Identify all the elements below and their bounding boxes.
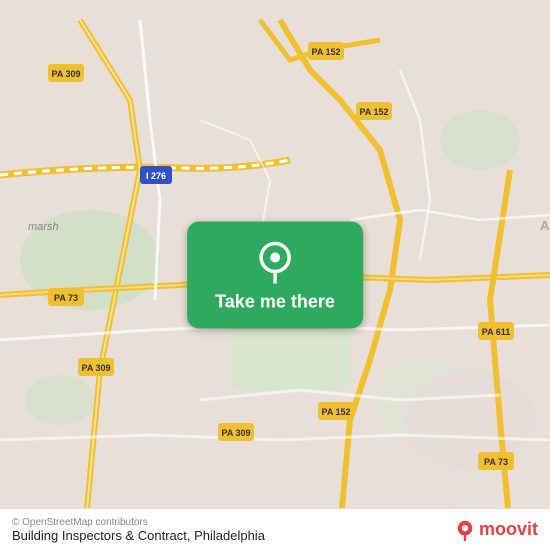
location-text: Building Inspectors & Contract, Philadel…	[12, 528, 265, 543]
map-container: PA 309 PA 152 PA 152 I 276 PA 73 PA 309 …	[0, 0, 550, 550]
svg-text:PA 152: PA 152	[359, 107, 388, 117]
svg-text:PA 73: PA 73	[54, 293, 78, 303]
take-me-there-button[interactable]: Take me there	[187, 222, 363, 329]
copyright-text: © OpenStreetMap contributors	[12, 517, 265, 528]
moovit-logo: moovit	[454, 519, 538, 541]
svg-text:PA 309: PA 309	[51, 69, 80, 79]
svg-text:marsh: marsh	[28, 221, 59, 233]
svg-text:PA 309: PA 309	[221, 428, 250, 438]
moovit-logo-icon	[454, 519, 476, 541]
svg-text:I 276: I 276	[146, 171, 166, 181]
moovit-text: moovit	[479, 519, 538, 540]
bottom-left-info: © OpenStreetMap contributors Building In…	[12, 517, 265, 543]
cta-label: Take me there	[215, 292, 335, 313]
svg-text:PA 152: PA 152	[321, 407, 350, 417]
svg-text:PA 73: PA 73	[484, 457, 508, 467]
svg-text:PA 152: PA 152	[311, 47, 340, 57]
bottom-bar: © OpenStreetMap contributors Building In…	[0, 508, 550, 550]
location-pin-icon	[253, 240, 297, 284]
svg-text:PA 309: PA 309	[81, 363, 110, 373]
svg-text:A: A	[540, 218, 550, 233]
svg-text:PA 611: PA 611	[482, 327, 511, 337]
